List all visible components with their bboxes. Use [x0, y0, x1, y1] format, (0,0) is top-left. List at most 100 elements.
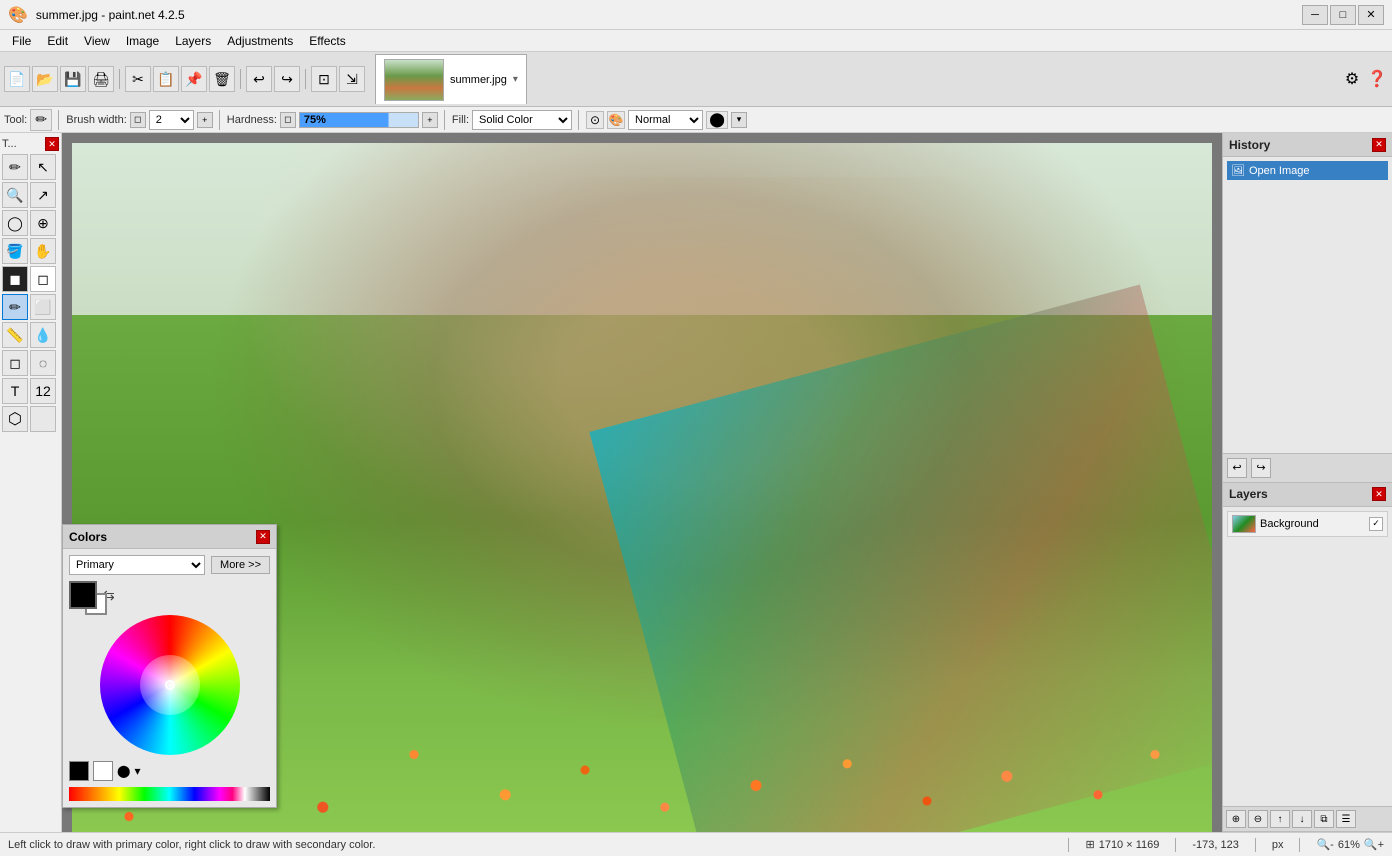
- colors-panel-body: Primary Secondary More >> ⇆: [63, 549, 276, 807]
- brush-width-decrease[interactable]: ◻: [130, 112, 146, 128]
- help-icon[interactable]: ❓: [1366, 68, 1388, 90]
- toolbar-open[interactable]: 📂: [32, 66, 58, 92]
- hardness-decrease[interactable]: ◻: [280, 112, 296, 128]
- active-tab[interactable]: summer.jpg ▾: [375, 54, 527, 104]
- tool-group: Tool: ✏: [4, 109, 62, 131]
- layer-down-btn[interactable]: ↓: [1292, 810, 1312, 828]
- layer-duplicate-btn[interactable]: ⧉: [1314, 810, 1334, 828]
- tab-dropdown-arrow[interactable]: ▾: [513, 74, 518, 85]
- toolbar-print[interactable]: 🖨: [88, 66, 114, 92]
- blend-icon[interactable]: 🎨: [607, 111, 625, 129]
- more-colors-button[interactable]: More >>: [211, 556, 270, 574]
- tool-eyedropper[interactable]: 💧: [30, 322, 56, 348]
- unit-value: px: [1272, 839, 1284, 851]
- brush-width-increase[interactable]: +: [197, 112, 213, 128]
- colors-panel-close[interactable]: ✕: [256, 530, 270, 544]
- history-undo-btn[interactable]: ↩: [1227, 458, 1247, 478]
- menu-image[interactable]: Image: [118, 32, 167, 50]
- toolbar-copy[interactable]: 📋: [153, 66, 179, 92]
- close-button[interactable]: ✕: [1358, 5, 1384, 25]
- tool-clone[interactable]: ◻: [2, 350, 28, 376]
- color-wheel[interactable]: [100, 615, 240, 755]
- black-swatch[interactable]: [69, 761, 89, 781]
- tool-primary-color[interactable]: ◼: [2, 266, 28, 292]
- zoom-increase[interactable]: 🔍+: [1364, 838, 1384, 851]
- maximize-button[interactable]: □: [1330, 5, 1356, 25]
- brush-width-select[interactable]: 24816: [149, 110, 194, 130]
- tool-zoom2[interactable]: ⊕: [30, 210, 56, 236]
- toolbar-redo[interactable]: ↪: [274, 66, 300, 92]
- tool-bucket[interactable]: 🪣: [2, 238, 28, 264]
- history-redo-btn[interactable]: ↪: [1251, 458, 1271, 478]
- tool-pencil[interactable]: ✏: [2, 154, 28, 180]
- tool-eraser[interactable]: ⬜: [30, 294, 56, 320]
- zoom-decrease[interactable]: 🔍-: [1316, 838, 1333, 851]
- toolbar-cut[interactable]: ✂: [125, 66, 151, 92]
- tool-line[interactable]: 📏: [2, 322, 28, 348]
- layers-panel-close[interactable]: ✕: [1372, 487, 1386, 501]
- menu-file[interactable]: File: [4, 32, 39, 50]
- history-item[interactable]: 🖼 Open Image: [1227, 161, 1388, 180]
- layer-item[interactable]: Background ✓: [1227, 511, 1388, 537]
- menu-adjustments[interactable]: Adjustments: [219, 32, 301, 50]
- color-palette[interactable]: [69, 787, 270, 801]
- status-dimensions: ⊞ 1710 × 1169: [1085, 838, 1159, 851]
- layer-add-btn[interactable]: ⊕: [1226, 810, 1246, 828]
- alpha-icon[interactable]: ⊙: [586, 111, 604, 129]
- menu-layers[interactable]: Layers: [167, 32, 219, 50]
- status-coordinates: -173, 123: [1192, 839, 1238, 851]
- menu-view[interactable]: View: [76, 32, 118, 50]
- hardness-increase[interactable]: +: [422, 112, 438, 128]
- minimize-button[interactable]: ─: [1302, 5, 1328, 25]
- tool-secondary-color[interactable]: ◻: [30, 266, 56, 292]
- white-swatch[interactable]: [93, 761, 113, 781]
- settings-icon[interactable]: ⚙: [1341, 68, 1363, 90]
- tool-smudge[interactable]: ◌: [30, 350, 56, 376]
- color-options-icon[interactable]: ⬤: [117, 764, 130, 778]
- tool-text[interactable]: T: [2, 378, 28, 404]
- menu-edit[interactable]: Edit: [39, 32, 76, 50]
- color-wheel-inner: [140, 655, 200, 715]
- toolbar-paste[interactable]: 📌: [181, 66, 207, 92]
- layer-delete-btn[interactable]: ⊖: [1248, 810, 1268, 828]
- tab-thumbnail: [384, 59, 444, 101]
- toolbar-undo[interactable]: ↩: [246, 66, 272, 92]
- status-sep-1: [1068, 838, 1069, 852]
- title-bar: 🎨 summer.jpg - paint.net 4.2.5 ─ □ ✕: [0, 0, 1392, 30]
- coordinates-value: -173, 123: [1192, 839, 1238, 851]
- tool-pencil-icon[interactable]: ✏: [30, 109, 52, 131]
- hardness-bar[interactable]: 75%: [299, 112, 419, 128]
- menu-effects[interactable]: Effects: [301, 32, 353, 50]
- color-dropdown-arrow[interactable]: ▾: [134, 764, 140, 778]
- history-panel-close[interactable]: ✕: [1372, 138, 1386, 152]
- toolbar-new[interactable]: 📄: [4, 66, 30, 92]
- history-panel-title: History: [1229, 138, 1270, 152]
- tab-title: summer.jpg: [450, 74, 507, 86]
- layers-panel-title: Layers: [1229, 487, 1268, 501]
- tool-select-lasso[interactable]: ↗: [30, 182, 56, 208]
- toolbar-resize[interactable]: ⇲: [339, 66, 365, 92]
- tool-select-arrow[interactable]: ↖: [30, 154, 56, 180]
- tool-pan[interactable]: ✋: [30, 238, 56, 264]
- primary-color-swatch[interactable]: [69, 581, 97, 609]
- blend-extra[interactable]: ⬤: [706, 111, 728, 129]
- blend-arrow[interactable]: ▾: [731, 112, 747, 128]
- tool-gradient[interactable]: ⬡: [2, 406, 28, 432]
- layer-visibility[interactable]: ✓: [1369, 517, 1383, 531]
- tool-zoom[interactable]: 🔍: [2, 182, 28, 208]
- tool-shapes[interactable]: 12: [30, 378, 56, 404]
- toolbar-erase[interactable]: 🗑: [209, 66, 235, 92]
- layer-up-btn[interactable]: ↑: [1270, 810, 1290, 828]
- color-type-select[interactable]: Primary Secondary: [69, 555, 205, 575]
- blend-mode-select[interactable]: Normal Multiply Screen: [628, 110, 703, 130]
- options-bar: Tool: ✏ Brush width: ◻ 24816 + Hardness:…: [0, 107, 1392, 133]
- fill-select[interactable]: Solid Color No Fill: [472, 110, 572, 130]
- left-toolbar: T... ✕ ✏ ↖ 🔍 ↗ ◯ ⊕ 🪣 ✋ ◼ ◻: [0, 133, 62, 832]
- toolbar-crop[interactable]: ⊡: [311, 66, 337, 92]
- tool-extra[interactable]: [30, 406, 56, 432]
- toolbar-save[interactable]: 💾: [60, 66, 86, 92]
- tools-close[interactable]: ✕: [45, 137, 59, 151]
- tool-ellipse[interactable]: ◯: [2, 210, 28, 236]
- layer-properties-btn[interactable]: ☰: [1336, 810, 1356, 828]
- tool-brush[interactable]: ✏: [2, 294, 28, 320]
